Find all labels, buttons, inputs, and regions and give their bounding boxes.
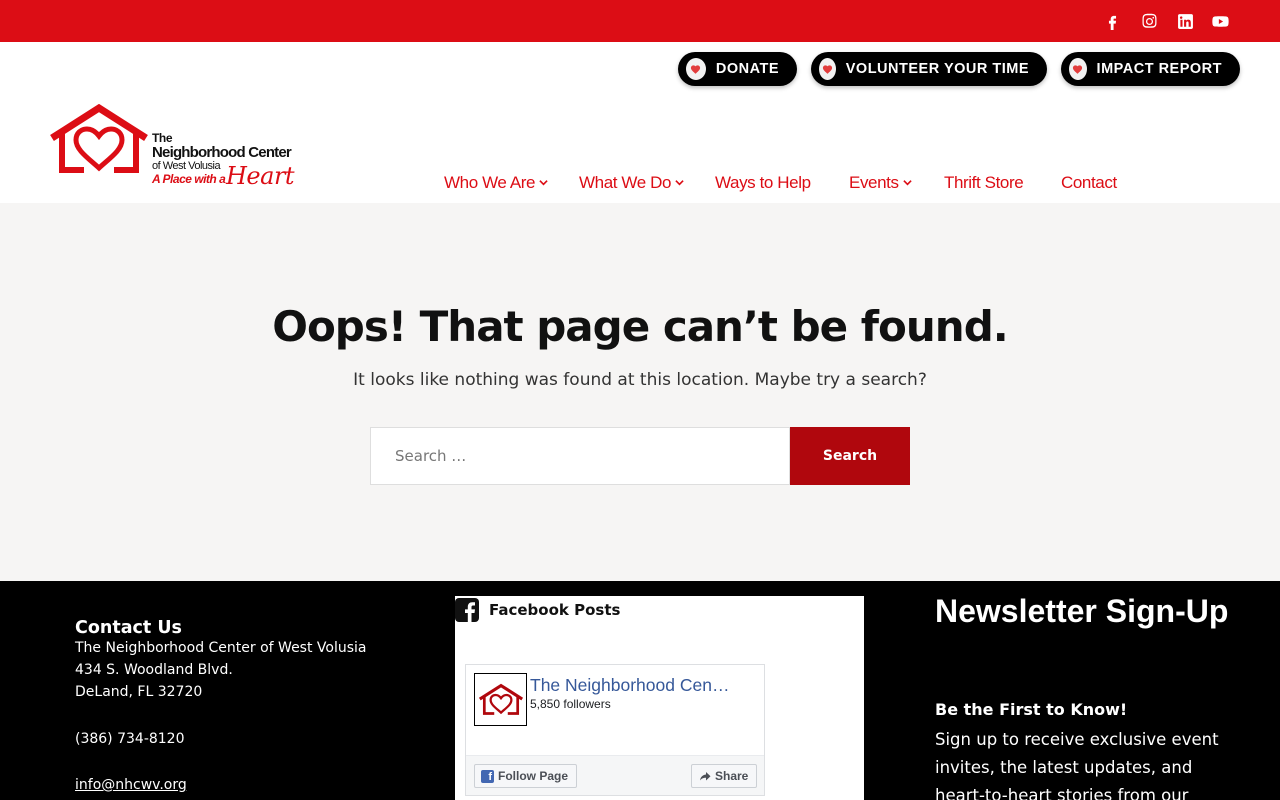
facebook-followers-count: 5,850 followers bbox=[530, 697, 611, 711]
facebook-f-icon: f bbox=[481, 769, 494, 783]
site-footer: Contact Us The Neighborhood Center of We… bbox=[0, 581, 1280, 800]
facebook-posts-panel: Facebook Posts The Neighborhood Center o… bbox=[455, 596, 864, 800]
follow-page-label: Follow Page bbox=[498, 769, 569, 783]
search-button[interactable]: Search bbox=[790, 427, 910, 485]
nav-who-we-are[interactable]: Who We Are bbox=[444, 172, 548, 194]
nav-ways-to-help[interactable]: Ways to Help bbox=[715, 172, 811, 194]
volunteer-button[interactable]: VOLUNTEER YOUR TIME bbox=[811, 52, 1047, 86]
linkedin-icon[interactable] bbox=[1175, 11, 1195, 31]
chevron-down-icon bbox=[902, 178, 912, 187]
share-label: Share bbox=[715, 769, 749, 783]
instagram-icon[interactable] bbox=[1139, 11, 1159, 31]
contact-address-2: DeLand, FL 32720 bbox=[75, 684, 203, 700]
logo-tagline: A Place with a bbox=[152, 172, 226, 186]
heart-icon bbox=[686, 58, 706, 80]
site-logo[interactable]: The Neighborhood Center of West Volusia … bbox=[48, 104, 295, 196]
nav-contact[interactable]: Contact bbox=[1061, 172, 1117, 194]
contact-heading: Contact Us bbox=[75, 618, 182, 638]
nav-what-we-do[interactable]: What We Do bbox=[579, 172, 684, 194]
nav-thrift-store[interactable]: Thrift Store bbox=[944, 172, 1024, 194]
contact-email-link[interactable]: info@nhcwv.org bbox=[75, 777, 187, 793]
heart-icon bbox=[819, 58, 836, 80]
donate-label: DONATE bbox=[715, 61, 779, 77]
facebook-page-avatar[interactable] bbox=[474, 673, 527, 726]
chevron-down-icon bbox=[539, 178, 548, 187]
contact-org: The Neighborhood Center of West Volusia bbox=[75, 640, 367, 656]
nav-label: Ways to Help bbox=[715, 173, 811, 192]
search-input[interactable] bbox=[370, 427, 790, 485]
heart-icon bbox=[1069, 58, 1087, 80]
nav-label: Thrift Store bbox=[944, 173, 1024, 192]
newsletter-subheading: Be the First to Know! bbox=[935, 700, 1128, 719]
share-arrow-icon bbox=[700, 772, 711, 781]
main-content: Oops! That page can’t be found. It looks… bbox=[0, 203, 1280, 581]
contact-phone[interactable]: (386) 734-8120 bbox=[75, 731, 185, 747]
logo-heart-script: Heart bbox=[226, 162, 295, 190]
nav-label: What We Do bbox=[579, 173, 672, 192]
share-button[interactable]: Share bbox=[691, 764, 758, 788]
logo-line-1: The bbox=[152, 131, 173, 145]
facebook-icon[interactable] bbox=[1102, 11, 1122, 31]
facebook-posts-heading: Facebook Posts bbox=[489, 601, 621, 619]
nav-events[interactable]: Events bbox=[849, 172, 912, 194]
newsletter-description: Sign up to receive exclusive event invit… bbox=[935, 730, 1219, 800]
nav-label: Who We Are bbox=[444, 173, 536, 192]
donate-button[interactable]: DONATE bbox=[678, 52, 797, 86]
facebook-square-icon bbox=[455, 598, 479, 622]
contact-address-1: 434 S. Woodland Blvd. bbox=[75, 662, 233, 678]
house-heart-logo-icon bbox=[50, 104, 148, 173]
facebook-page-widget: The Neighborhood Center of West Volusia … bbox=[465, 664, 765, 796]
top-bar bbox=[0, 0, 1280, 42]
newsletter-heading: Newsletter Sign-Up bbox=[935, 593, 1229, 629]
follow-page-button[interactable]: f Follow Page bbox=[474, 764, 578, 788]
impact-report-label: IMPACT REPORT bbox=[1096, 61, 1222, 77]
facebook-page-name-link[interactable]: The Neighborhood Center of West Volusia bbox=[530, 675, 730, 696]
logo-line-2: Neighborhood Center bbox=[152, 144, 292, 161]
volunteer-label: VOLUNTEER YOUR TIME bbox=[845, 61, 1029, 77]
not-found-message: It looks like nothing was found at this … bbox=[353, 370, 927, 390]
impact-report-button[interactable]: IMPACT REPORT bbox=[1061, 52, 1240, 86]
page-title: Oops! That page can’t be found. bbox=[272, 302, 1008, 351]
nav-label: Events bbox=[849, 173, 899, 192]
house-heart-logo-icon bbox=[478, 683, 523, 715]
facebook-widget-actions: f Follow Page Share bbox=[466, 755, 764, 795]
nav-label: Contact bbox=[1061, 173, 1117, 192]
chevron-down-icon bbox=[675, 178, 684, 187]
youtube-icon[interactable] bbox=[1210, 11, 1230, 31]
